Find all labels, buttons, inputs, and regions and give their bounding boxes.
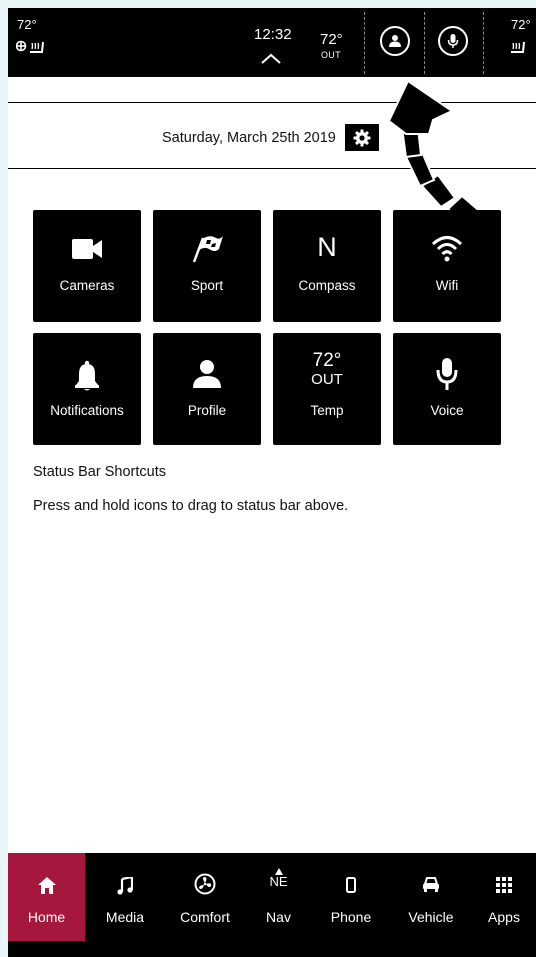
person-icon: [193, 360, 221, 388]
nav-nav[interactable]: NE Nav: [245, 853, 312, 941]
camera-icon: [72, 239, 102, 259]
nav-vehicle[interactable]: Vehicle: [390, 853, 472, 941]
nav-label: Home: [27, 909, 66, 925]
section-description: Press and hold icons to drag to status b…: [33, 498, 349, 514]
tile-cameras[interactable]: Cameras: [33, 210, 141, 322]
apps-grid-icon: [496, 877, 512, 893]
nav-label: Media: [105, 909, 145, 925]
tile-label: Wifi: [435, 278, 459, 293]
section-title: Status Bar Shortcuts: [33, 464, 166, 480]
drag-hint-arrow-icon: [387, 79, 485, 229]
tile-label: Profile: [187, 403, 227, 418]
tile-label: Voice: [430, 403, 464, 418]
tile-compass[interactable]: N Compass: [273, 210, 381, 322]
phone-icon: [346, 877, 356, 893]
home-icon: [37, 877, 56, 894]
nav-label: Phone: [330, 909, 372, 925]
tile-label: Cameras: [59, 278, 115, 293]
nav-label: Apps: [488, 909, 520, 925]
tile-wifi[interactable]: Wifi: [393, 210, 501, 322]
nav-label: Nav: [266, 909, 291, 925]
flag-icon: [192, 236, 223, 263]
nav-apps[interactable]: Apps: [472, 853, 536, 941]
nav-home[interactable]: Home: [8, 853, 85, 941]
tile-voice[interactable]: Voice: [393, 333, 501, 445]
tile-label: Compass: [298, 278, 356, 293]
nav-phone[interactable]: Phone: [312, 853, 390, 941]
microphone-icon: [436, 358, 458, 390]
compass-icon: N: [317, 232, 337, 262]
fan-icon: [194, 873, 216, 895]
nav-media[interactable]: Media: [85, 853, 165, 941]
tile-label: Temp: [310, 403, 344, 418]
nav-label: Vehicle: [408, 909, 454, 925]
car-icon: [423, 877, 439, 892]
bottom-nav: Home Media Comfort NE Nav Phone Vehicle …: [8, 853, 536, 957]
bell-icon: [75, 360, 99, 391]
music-note-icon: [117, 877, 133, 895]
tile-notifications[interactable]: Notifications: [33, 333, 141, 445]
temp-value: 72°: [312, 350, 342, 371]
temp-sub: OUT: [311, 371, 343, 388]
tile-label: Notifications: [50, 403, 124, 418]
nav-label: Comfort: [180, 909, 230, 925]
tile-profile[interactable]: Profile: [153, 333, 261, 445]
screen: 72° 12:32 72° OUT 72° Saturday, March 25…: [8, 8, 536, 957]
tile-label: Sport: [190, 278, 224, 293]
tile-sport[interactable]: Sport: [153, 210, 261, 322]
wifi-icon: [431, 236, 463, 262]
tile-temp[interactable]: 72° OUT Temp: [273, 333, 381, 445]
nav-comfort[interactable]: Comfort: [165, 853, 245, 941]
nav-heading: NE: [269, 874, 288, 889]
